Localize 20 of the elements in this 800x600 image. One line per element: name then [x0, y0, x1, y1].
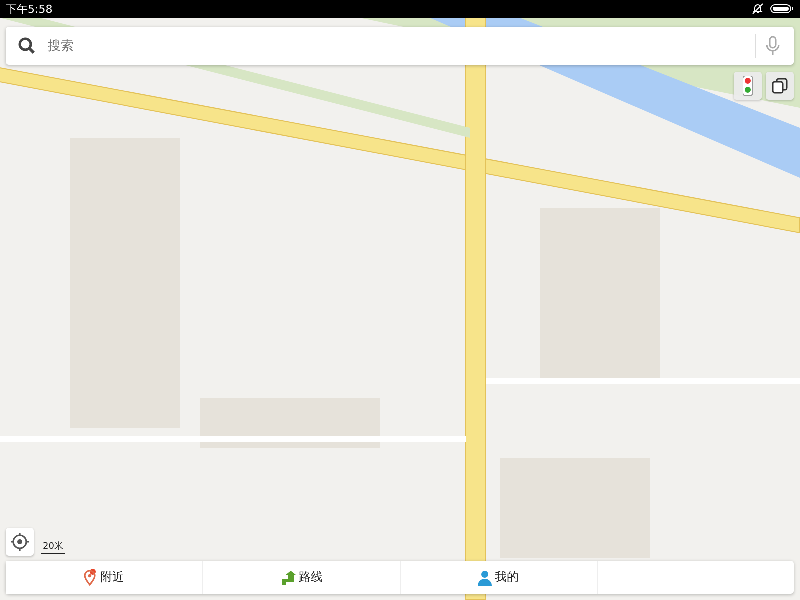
mute-icon [752, 3, 764, 15]
battery-icon [770, 4, 794, 14]
traffic-light-icon [743, 76, 753, 96]
location-pin-icon [84, 568, 98, 586]
nav-tab[interactable]: 路线 [203, 561, 400, 594]
status-time: 下午5:58 [6, 2, 53, 16]
nav-tab[interactable]: 我的 [400, 561, 598, 594]
scale-bar: 20米 [41, 540, 66, 554]
search-bar[interactable]: 搜索 [6, 27, 794, 65]
turn-arrow-icon [280, 570, 296, 586]
microphone-icon[interactable] [766, 36, 780, 56]
nav-tab[interactable]: 附近 [6, 561, 204, 594]
crosshair-icon [11, 533, 29, 551]
layers-icon [772, 78, 788, 94]
traffic-button[interactable] [734, 72, 762, 100]
search-icon [18, 37, 36, 55]
locate-button[interactable] [6, 528, 34, 556]
person-icon [478, 570, 492, 586]
layers-button[interactable] [766, 72, 794, 100]
search-field[interactable]: 搜索 [46, 38, 745, 54]
